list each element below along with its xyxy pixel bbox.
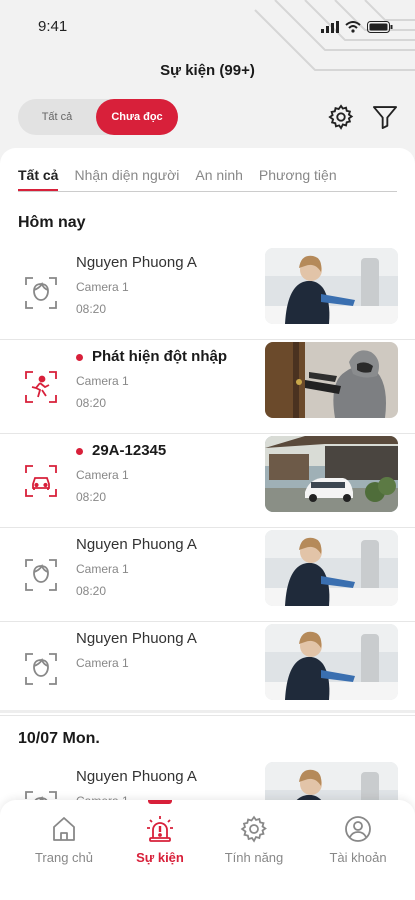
tab-all[interactable]: Tất cả [18,164,59,191]
events-panel: Tất cả Nhận diện người An ninh Phương ti… [0,148,415,900]
gear-icon [240,815,267,843]
person-at-desk-image [265,248,398,324]
event-name: Nguyen Phuong A [76,254,197,271]
unread-dot [76,448,83,455]
page-title: Sự kiện (99+) [160,62,255,79]
nav-features[interactable]: Tính năng [209,814,299,865]
face-scan-icon [25,653,57,685]
event-time: 08:20 [76,584,107,598]
event-name: Nguyen Phuong A [76,630,197,647]
tab-vehicle[interactable]: Phương tiện [259,164,337,191]
person-at-desk-image [265,624,398,700]
nav-home-label: Trang chủ [34,850,94,865]
segment-all[interactable]: Tất cả [18,99,96,135]
unread-dot [76,354,83,361]
event-camera: Camera 1 [76,656,129,670]
filter-icon [372,106,398,130]
event-thumbnail[interactable] [265,436,398,512]
tab-face-recognition[interactable]: Nhận diện người [74,164,179,191]
battery-icon [367,21,393,33]
event-row[interactable]: Nguyen Phuong A Camera 1 [0,624,415,716]
nav-features-label: Tính năng [224,850,284,865]
event-name: Nguyen Phuong A [76,768,197,785]
event-name: Phát hiện đột nhập [92,348,227,365]
event-row[interactable]: 29A-12345 Camera 1 08:20 [0,436,415,528]
event-name: Nguyen Phuong A [76,536,197,553]
white-car-at-house-image [265,436,398,512]
section-title-today: Hôm nay [18,214,86,231]
status-time: 9:41 [38,18,68,35]
event-time: 08:20 [76,302,107,316]
nav-account-label: Tài khoản [329,850,387,865]
event-thumbnail[interactable] [265,530,398,606]
event-row[interactable]: Nguyen Phuong A Camera 1 08:20 [0,530,415,622]
face-scan-icon [25,559,57,591]
event-camera: Camera 1 [76,280,129,294]
event-camera: Camera 1 [76,468,129,482]
tab-security[interactable]: An ninh [195,164,242,191]
intrusion-icon [25,371,57,403]
event-thumbnail[interactable] [265,624,398,700]
event-thumbnail[interactable] [265,342,398,418]
event-time: 08:20 [76,396,107,410]
segment-unread[interactable]: Chưa đọc [96,99,178,135]
event-time: 08:20 [76,490,107,504]
vehicle-icon [25,465,57,497]
nav-home[interactable]: Trang chủ [19,814,109,865]
section-divider [0,710,415,713]
event-camera: Camera 1 [76,562,129,576]
status-bar: 9:41 [0,18,415,38]
event-name: 29A-12345 [92,442,167,459]
alarm-icon [147,816,173,842]
nav-account[interactable]: Tài khoản [313,814,403,865]
bottom-navigation: Trang chủ Sự kiện Tính năng Tài khoản [0,800,415,900]
nav-events-label: Sự kiện [136,850,184,865]
event-camera: Camera 1 [76,374,129,388]
signal-icon [321,21,339,33]
person-at-desk-image [265,530,398,606]
event-row[interactable]: Nguyen Phuong A Camera 1 08:20 [0,248,415,340]
section-title-date: 10/07 Mon. [18,730,100,747]
settings-button[interactable] [326,100,356,134]
burglar-at-door-image [265,342,398,418]
active-tab-indicator [148,800,172,804]
status-icons [321,21,393,33]
event-row[interactable]: Phát hiện đột nhập Camera 1 08:20 [0,342,415,434]
nav-events[interactable]: Sự kiện [115,814,205,865]
user-icon [345,816,371,842]
home-icon [53,817,75,841]
filter-button[interactable] [370,100,400,134]
read-filter-segment[interactable]: Tất cả Chưa đọc [18,99,178,135]
category-tabs: Tất cả Nhận diện người An ninh Phương ti… [18,164,397,192]
face-scan-icon [25,277,57,309]
wifi-icon [345,21,361,33]
gear-icon [328,104,354,130]
event-thumbnail[interactable] [265,248,398,324]
